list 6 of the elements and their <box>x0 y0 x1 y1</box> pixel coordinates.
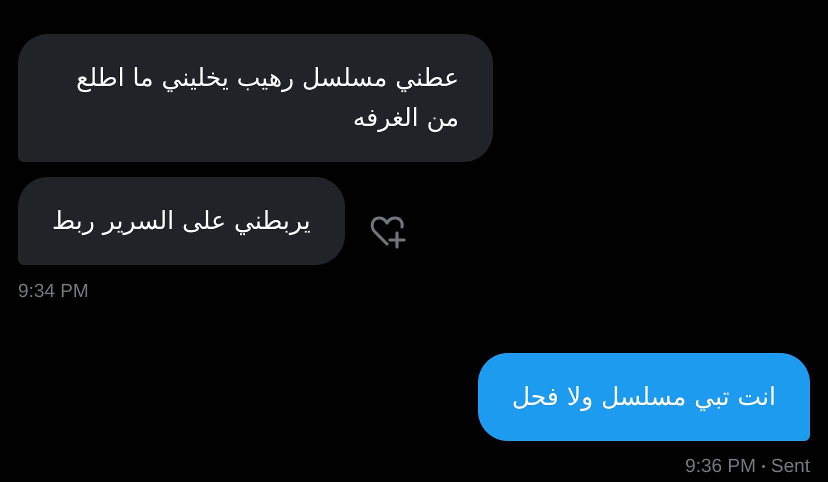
message-bubble: انت تبي مسلسل ولا فحل <box>478 352 810 440</box>
message-time: 9:34 PM <box>18 280 89 304</box>
message-bubble: عطني مسلسل رهيب يخليني ما اطلع من الغرفه <box>18 34 493 162</box>
message-time: 9:36 PM <box>685 454 756 478</box>
message-status: Sent <box>770 454 810 478</box>
message-bubble: يربطني على السرير ربط <box>18 177 345 265</box>
